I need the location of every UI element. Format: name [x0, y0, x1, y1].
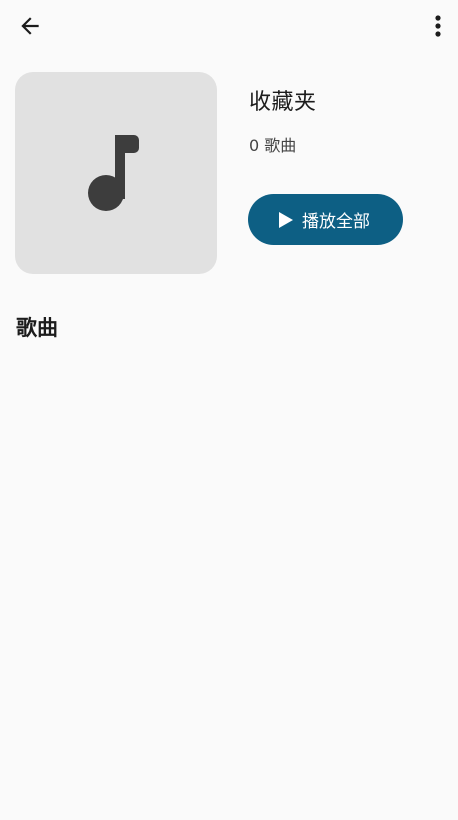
play-all-label: 播放全部: [302, 212, 370, 232]
songs-section-title: 歌曲: [16, 316, 58, 340]
top-app-bar: [0, 0, 458, 56]
play-icon: [278, 211, 294, 229]
playlist-cover: [15, 72, 217, 274]
more-options-button[interactable]: [426, 10, 450, 46]
arrow-left-icon: [17, 13, 43, 43]
song-count: 0 歌曲: [249, 136, 297, 155]
more-vert-icon: [426, 12, 450, 44]
play-all-button[interactable]: 播放全部: [248, 194, 403, 245]
back-button[interactable]: [12, 10, 48, 46]
music-note-icon: [86, 129, 146, 217]
playlist-title: 收藏夹: [249, 90, 317, 115]
